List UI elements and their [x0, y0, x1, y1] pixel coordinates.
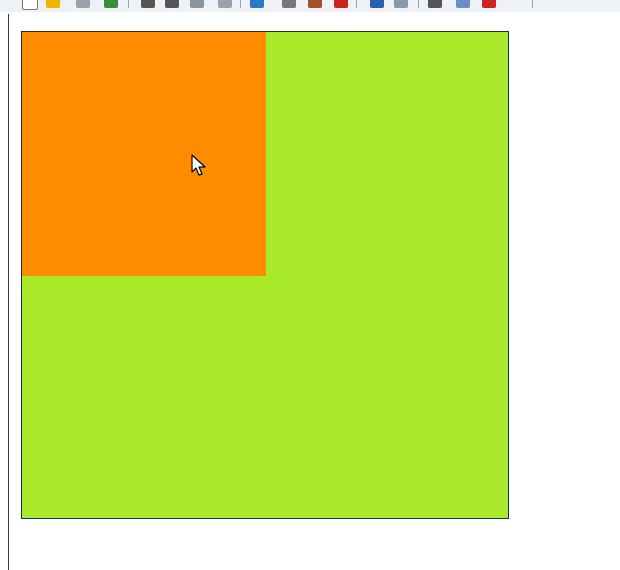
shapes-icon[interactable]: [512, 0, 526, 8]
link-icon[interactable]: [250, 0, 264, 8]
text-icon[interactable]: [540, 0, 554, 8]
toolbar-separator: [356, 0, 357, 8]
zoom-icon[interactable]: [428, 0, 442, 8]
text-icon[interactable]: [594, 0, 608, 8]
undo-icon[interactable]: [190, 0, 204, 8]
drawing-canvas[interactable]: [21, 31, 509, 519]
orange-square[interactable]: [22, 32, 266, 276]
pencil-icon[interactable]: [370, 0, 384, 8]
copy-icon[interactable]: [165, 0, 179, 8]
application-window: [0, 0, 620, 570]
cut-icon[interactable]: [141, 0, 155, 8]
paste-icon[interactable]: [282, 0, 296, 8]
mouse-cursor-icon: [191, 154, 206, 176]
toolbar-separator: [240, 0, 241, 8]
brush-icon[interactable]: [394, 0, 408, 8]
page-setup-icon[interactable]: [218, 0, 232, 8]
new-document-icon[interactable]: [22, 0, 38, 10]
shapes-icon[interactable]: [482, 0, 496, 8]
shapes-icon[interactable]: [456, 0, 470, 8]
print-icon[interactable]: [76, 0, 90, 8]
text-icon[interactable]: [566, 0, 580, 8]
clipboard-icon[interactable]: [308, 0, 322, 8]
delete-icon[interactable]: [334, 0, 348, 8]
save-icon[interactable]: [104, 0, 118, 8]
toolbar-separator: [532, 0, 533, 8]
toolbar-separator: [418, 0, 419, 8]
page-left-edge: [8, 14, 9, 570]
toolbar-separator: [128, 0, 129, 8]
open-folder-icon[interactable]: [46, 0, 60, 8]
